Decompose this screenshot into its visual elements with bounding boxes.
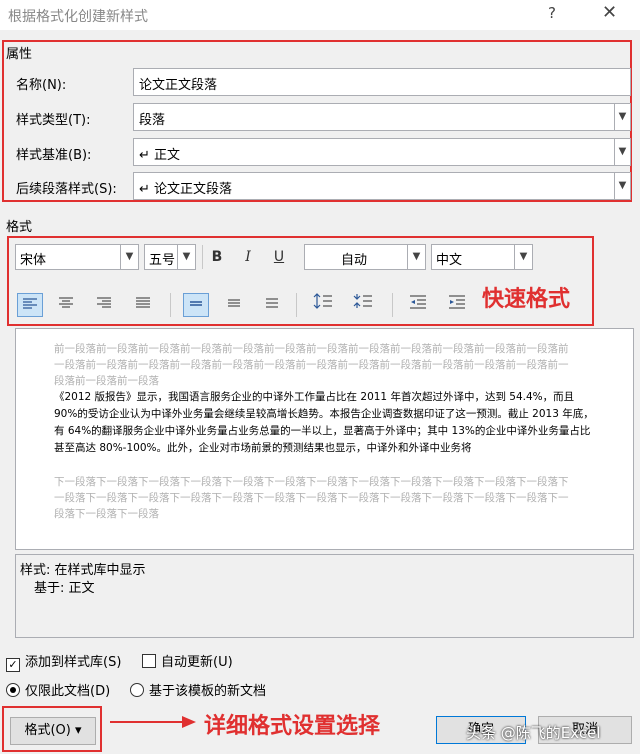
format-section-label: 格式 <box>6 220 33 235</box>
italic-button[interactable]: I <box>235 245 261 269</box>
help-icon[interactable]: ? <box>548 4 556 22</box>
decrease-paragraph-spacing-button[interactable] <box>350 293 376 317</box>
double-spacing-button[interactable] <box>259 293 285 317</box>
format-menu-button[interactable]: 格式(O) ▾ <box>10 717 96 745</box>
indent-icon <box>449 295 465 309</box>
chevron-down-icon[interactable]: ▼ <box>120 245 138 269</box>
align-center-button[interactable] <box>53 293 79 317</box>
title-bar: 根据格式化创建新样式 ? ✕ <box>0 0 640 30</box>
description-line-1: 样式: 在样式库中显示 <box>20 563 146 578</box>
size-select[interactable]: 五号 ▼ <box>144 244 196 270</box>
checkbox-unchecked-icon[interactable] <box>142 654 156 668</box>
size-value: 五号 <box>149 253 176 268</box>
name-label: 名称(N): <box>16 78 67 93</box>
this-document-only-label: 仅限此文档(D) <box>25 684 111 699</box>
previous-paragraph-preview: 前一段落前一段落前一段落前一段落前一段落前一段落前一段落前一段落前一段落前一段落… <box>54 343 569 387</box>
paragraph-spacing-decrease-icon <box>353 294 372 308</box>
bold-button[interactable]: B <box>204 245 230 269</box>
style-type-value: 段落 <box>139 113 166 128</box>
checkbox-checked-icon[interactable]: ✓ <box>6 658 20 672</box>
chevron-down-icon[interactable]: ▼ <box>407 245 425 269</box>
paragraph-spacing-increase-icon <box>313 293 332 309</box>
toolbar-separator <box>296 293 297 317</box>
new-documents-template-radio[interactable]: 基于该模板的新文档 <box>130 680 266 699</box>
font-color-value: 自动 <box>341 253 368 268</box>
style-based-on-select[interactable]: ↵ 正文 ▼ <box>133 138 631 166</box>
name-row: 名称(N): 论文正文段落 <box>12 68 631 96</box>
radio-selected-icon[interactable] <box>6 683 20 697</box>
this-document-only-radio[interactable]: 仅限此文档(D) <box>6 680 110 699</box>
style-based-on-label: 样式基准(B): <box>16 148 92 163</box>
double-spacing-icon <box>266 298 278 308</box>
justify-button[interactable] <box>130 293 156 317</box>
toolbar-separator <box>170 293 171 317</box>
format-button-label: 格式(O) <box>24 723 71 738</box>
properties-section-label: 属性 <box>6 47 33 62</box>
increase-paragraph-spacing-button[interactable] <box>310 293 336 317</box>
style-type-label: 样式类型(T): <box>16 113 91 128</box>
chevron-down-icon[interactable]: ▼ <box>614 173 630 199</box>
style-based-on-value: ↵ 正文 <box>139 148 181 163</box>
arrow-right-icon <box>110 716 196 728</box>
dropdown-arrow-icon: ▾ <box>75 723 82 738</box>
align-right-icon <box>97 297 111 308</box>
description-line-2: 基于: 正文 <box>34 581 95 596</box>
name-input[interactable]: 论文正文段落 <box>133 68 631 96</box>
name-value: 论文正文段落 <box>139 78 218 93</box>
style-based-on-row: 样式基准(B): ↵ 正文 ▼ <box>12 138 631 166</box>
chevron-down-icon[interactable]: ▼ <box>614 139 630 165</box>
font-color-select[interactable]: 自动 ▼ <box>304 244 426 270</box>
close-icon[interactable]: ✕ <box>602 2 617 23</box>
sample-text-preview: 《2012 版报告》显示，我国语言服务企业的中译外工作量占比在 2011 年首次… <box>54 391 594 454</box>
script-value: 中文 <box>436 253 463 268</box>
chevron-down-icon[interactable]: ▼ <box>177 245 195 269</box>
next-paragraph-preview: 下一段落下一段落下一段落下一段落下一段落下一段落下一段落下一段落下一段落下一段落… <box>54 476 569 520</box>
underline-button[interactable]: U <box>266 245 292 269</box>
outdent-icon <box>410 295 426 309</box>
chevron-down-icon[interactable]: ▼ <box>614 104 630 130</box>
style-preview: 前一段落前一段落前一段落前一段落前一段落前一段落前一段落前一段落前一段落前一段落… <box>15 328 634 550</box>
align-left-icon <box>23 298 37 309</box>
next-style-label: 后续段落样式(S): <box>16 182 117 197</box>
font-value: 宋体 <box>20 253 47 268</box>
align-center-icon <box>59 297 73 308</box>
quick-format-annotation: 快速格式 <box>482 287 571 312</box>
align-left-button[interactable] <box>17 293 43 317</box>
decrease-indent-button[interactable] <box>405 293 431 317</box>
auto-update-label: 自动更新(U) <box>161 655 233 670</box>
next-style-value: ↵ 论文正文段落 <box>139 182 233 197</box>
next-style-select[interactable]: ↵ 论文正文段落 ▼ <box>133 172 631 200</box>
align-right-button[interactable] <box>91 293 117 317</box>
font-select[interactable]: 宋体 ▼ <box>15 244 139 270</box>
single-spacing-icon <box>190 301 202 306</box>
watermark: 头条 @陈飞的Excel <box>466 724 601 742</box>
detailed-format-annotation: 详细格式设置选择 <box>204 714 381 739</box>
window-title: 根据格式化创建新样式 <box>8 9 148 25</box>
radio-unselected-icon[interactable] <box>130 683 144 697</box>
add-to-gallery-checkbox[interactable]: ✓ 添加到样式库(S) <box>6 651 121 672</box>
add-to-gallery-label: 添加到样式库(S) <box>25 655 122 670</box>
single-spacing-button[interactable] <box>183 293 209 317</box>
next-style-row: 后续段落样式(S): ↵ 论文正文段落 ▼ <box>12 172 631 200</box>
toolbar-separator <box>392 293 393 317</box>
increase-indent-button[interactable] <box>444 293 470 317</box>
one-half-spacing-button[interactable] <box>221 293 247 317</box>
style-type-select[interactable]: 段落 ▼ <box>133 103 631 131</box>
new-documents-template-label: 基于该模板的新文档 <box>149 684 267 699</box>
justify-icon <box>136 297 150 308</box>
auto-update-checkbox[interactable]: 自动更新(U) <box>142 651 233 670</box>
chevron-down-icon[interactable]: ▼ <box>514 245 532 269</box>
toolbar-separator <box>202 245 203 269</box>
script-select[interactable]: 中文 ▼ <box>431 244 533 270</box>
style-type-row: 样式类型(T): 段落 ▼ <box>12 103 631 131</box>
one-half-spacing-icon <box>228 299 240 307</box>
style-description: 样式: 在样式库中显示 基于: 正文 <box>15 554 634 638</box>
